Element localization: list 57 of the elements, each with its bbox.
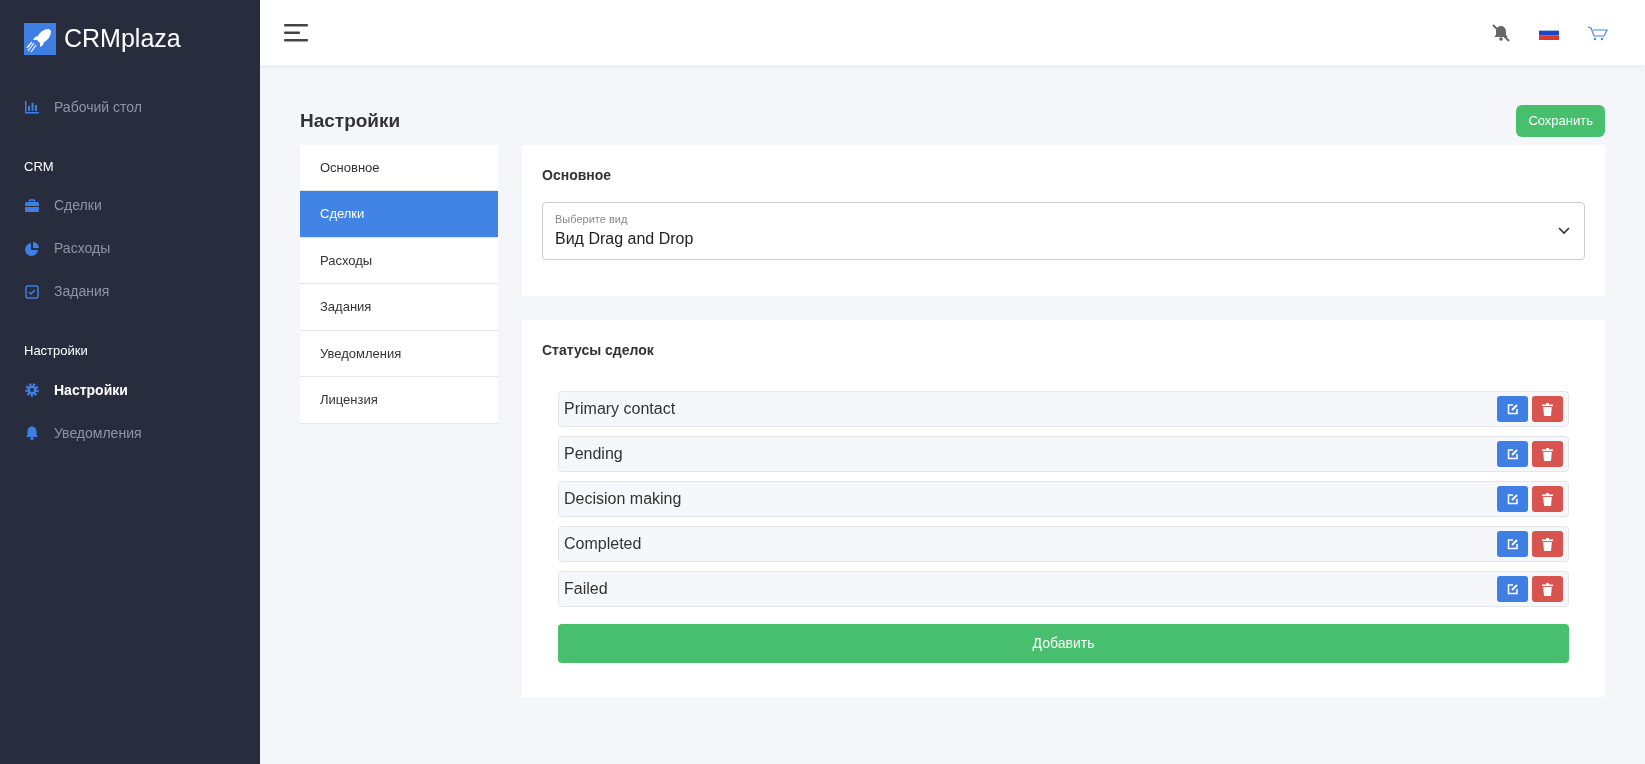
delete-button[interactable]: [1532, 576, 1563, 602]
page-title: Настройки: [300, 108, 401, 133]
save-button[interactable]: Сохранить: [1516, 105, 1605, 137]
menu-icon: [284, 23, 310, 44]
status-name: Primary contact: [564, 399, 677, 419]
add-button[interactable]: Добавить: [558, 624, 1569, 663]
status-name: Completed: [564, 534, 643, 554]
edit-icon: [1506, 583, 1519, 595]
trash-icon: [1542, 582, 1553, 596]
panel-title: Основное: [542, 165, 613, 185]
status-name: Failed: [564, 579, 609, 599]
sidebar-item[interactable]: Настройки: [24, 368, 236, 412]
edit-icon: [1506, 493, 1519, 505]
trash-icon: [1542, 447, 1553, 461]
settings-tab[interactable]: Сделки: [300, 191, 498, 238]
delete-button[interactable]: [1532, 531, 1563, 557]
panel-title: Статусы сделок: [542, 341, 655, 360]
edit-button[interactable]: [1497, 486, 1528, 512]
muted-bell-icon[interactable]: [1491, 22, 1511, 43]
russian-flag-icon[interactable]: [1539, 25, 1559, 40]
sidebar-item[interactable]: Сделки: [24, 184, 236, 227]
sidebar-item[interactable]: Расходы: [24, 227, 236, 270]
sidebar-section-heading: Настройки: [24, 342, 89, 360]
checkbox-icon: [24, 283, 40, 300]
rocket-logo-icon: [24, 22, 56, 55]
brand-name: CRMplaza: [64, 23, 181, 54]
status-name: Decision making: [564, 489, 683, 509]
sidebar-item[interactable]: Уведомления: [24, 411, 236, 455]
chevron-down-icon: [1558, 226, 1570, 235]
delete-button[interactable]: [1532, 396, 1563, 422]
cart-icon[interactable]: [1587, 24, 1609, 41]
trash-icon: [1542, 492, 1553, 506]
status-name: Pending: [564, 444, 624, 464]
edit-icon: [1506, 448, 1519, 460]
bar-chart-icon: [24, 99, 40, 115]
edit-button[interactable]: [1497, 576, 1528, 602]
view-select[interactable]: Выберите вид Вид Drag and Drop: [542, 201, 1585, 260]
sidebar-item[interactable]: Рабочий стол: [24, 85, 236, 129]
settings-tab[interactable]: Расходы: [300, 237, 498, 284]
settings-icon: [24, 382, 40, 398]
edit-button[interactable]: [1497, 441, 1528, 467]
sidebar-item[interactable]: Задания: [24, 270, 236, 313]
pie-chart-icon: [24, 240, 40, 257]
edit-icon: [1506, 403, 1519, 415]
trash-icon: [1542, 537, 1553, 551]
settings-tab[interactable]: Лицензия: [300, 377, 498, 424]
edit-icon: [1506, 538, 1519, 550]
edit-button[interactable]: [1497, 396, 1528, 422]
delete-button[interactable]: [1532, 441, 1563, 467]
edit-button[interactable]: [1497, 531, 1528, 557]
briefcase-icon: [24, 197, 40, 214]
delete-button[interactable]: [1532, 486, 1563, 512]
trash-icon: [1542, 402, 1553, 416]
settings-tab[interactable]: Уведомления: [300, 330, 498, 377]
bell-icon: [24, 425, 40, 441]
settings-tab[interactable]: Задания: [300, 284, 498, 331]
sidebar-section-heading: CRM: [24, 157, 55, 176]
